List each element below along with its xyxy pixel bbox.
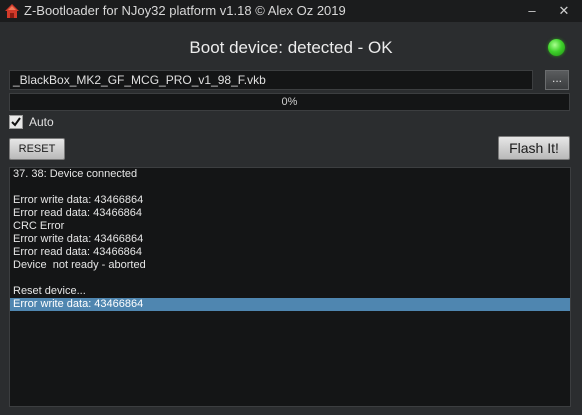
log-line[interactable]: Error write data: 43466864 bbox=[10, 298, 570, 311]
log-line[interactable] bbox=[10, 181, 570, 194]
window-title: Z-Bootloader for NJoy32 platform v1.18 ©… bbox=[24, 3, 346, 18]
log-line[interactable]: Error write data: 43466864 bbox=[10, 194, 570, 207]
checkmark-icon bbox=[11, 117, 21, 127]
flash-button[interactable]: Flash It! bbox=[498, 136, 570, 160]
firmware-file-field[interactable]: _BlackBox_MK2_GF_MCG_PRO_v1_98_F.vkb bbox=[9, 70, 533, 90]
boot-status-text: Boot device: detected - OK bbox=[189, 38, 393, 57]
log-line[interactable]: CRC Error bbox=[10, 220, 570, 233]
auto-checkbox[interactable] bbox=[9, 115, 23, 129]
log-line[interactable]: Device not ready - aborted bbox=[10, 259, 570, 272]
flash-progress-bar: 0% bbox=[9, 93, 570, 111]
log-line[interactable]: 37. 38: Device connected bbox=[10, 168, 570, 181]
log-line[interactable]: Error read data: 43466864 bbox=[10, 246, 570, 259]
progress-label: 0% bbox=[281, 96, 298, 108]
log-output-panel[interactable]: 37. 38: Device connected Error write data… bbox=[9, 167, 571, 407]
minimize-button[interactable]: – bbox=[524, 3, 540, 19]
log-line[interactable]: Error write data: 43466864 bbox=[10, 233, 570, 246]
auto-label: Auto bbox=[29, 115, 54, 129]
browse-file-button[interactable]: ... bbox=[545, 70, 569, 90]
log-line[interactable] bbox=[10, 272, 570, 285]
log-line[interactable]: Error read data: 43466864 bbox=[10, 207, 570, 220]
reset-button[interactable]: RESET bbox=[9, 138, 65, 160]
log-line[interactable]: Reset device... bbox=[10, 285, 570, 298]
close-button[interactable]: ✕ bbox=[556, 3, 572, 19]
app-logo-icon bbox=[4, 3, 20, 19]
title-bar: Z-Bootloader for NJoy32 platform v1.18 ©… bbox=[0, 0, 582, 22]
status-led-icon bbox=[548, 39, 565, 56]
